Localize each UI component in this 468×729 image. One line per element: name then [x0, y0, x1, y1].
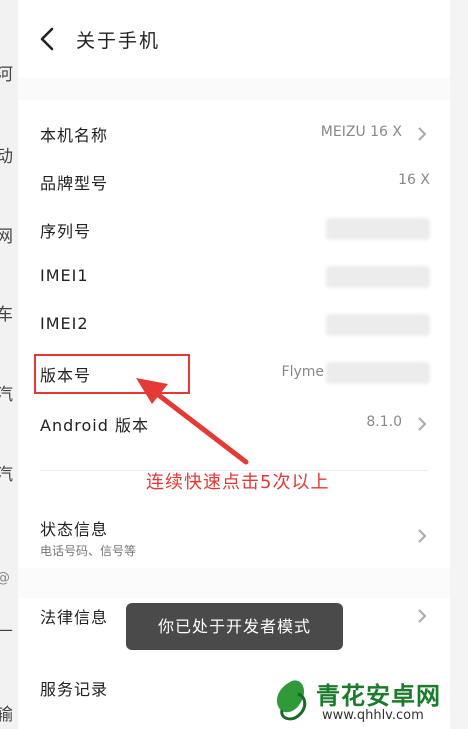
brand-model-label: 品牌型号: [40, 174, 109, 193]
background-text: 汽: [0, 385, 13, 405]
blurred-value: [326, 218, 430, 240]
watermark-url: www.qhhlv.com: [322, 708, 424, 723]
android-version-label: Android 版本: [40, 416, 149, 435]
chevron-right-icon: [418, 417, 427, 431]
background-text: @: [0, 570, 10, 586]
annotation-text: 连续快速点击5次以上: [146, 472, 330, 493]
about-phone-screen: 关于手机 本机名称 MEIZU 16 X 品牌型号 16 X 序列号 IMEI1…: [18, 0, 450, 729]
background-text: —: [0, 620, 13, 640]
status-info-label: 状态信息: [40, 520, 109, 539]
page-title: 关于手机: [76, 30, 161, 52]
background-text: 网: [0, 227, 13, 247]
background-text: 动: [0, 147, 13, 167]
blurred-value: [326, 314, 430, 336]
background-text: 汽: [0, 465, 13, 485]
serial-number-label: 序列号: [40, 222, 92, 241]
back-arrow-icon[interactable]: [34, 24, 62, 54]
imei2-label: IMEI2: [40, 314, 89, 333]
annotation-highlight-box: [34, 354, 190, 394]
chevron-right-icon: [418, 529, 427, 543]
background-app-strip: 河 动 网 车 汽 汽 @ — 输: [0, 0, 18, 729]
background-text: 车: [0, 305, 13, 325]
android-version-row[interactable]: Android 版本 8.1.0: [18, 400, 450, 448]
blurred-value: [326, 266, 430, 288]
device-name-row[interactable]: 本机名称 MEIZU 16 X: [18, 110, 450, 158]
developer-mode-toast: 你已处于开发者模式: [126, 603, 343, 650]
device-name-value: MEIZU 16 X: [320, 124, 402, 140]
service-record-label: 服务记录: [40, 680, 109, 699]
imei1-label: IMEI1: [40, 266, 89, 285]
legal-info-label: 法律信息: [40, 608, 109, 627]
chevron-right-icon: [418, 609, 427, 623]
status-info-row[interactable]: 状态信息 电话号码、信号等: [18, 504, 450, 564]
brand-model-row: 品牌型号 16 X: [18, 158, 450, 206]
android-version-value: 8.1.0: [366, 414, 402, 430]
background-text: 输: [0, 705, 13, 725]
header-bar: 关于手机: [18, 0, 450, 78]
device-name-label: 本机名称: [40, 126, 109, 145]
build-number-value: Flyme: [281, 364, 324, 380]
blurred-value: [326, 362, 430, 384]
chevron-right-icon: [418, 127, 427, 141]
watermark-title: 青花安卓网: [316, 682, 441, 710]
serial-number-row: 序列号: [18, 206, 450, 254]
section-gap: [18, 78, 450, 100]
imei1-row: IMEI1: [18, 254, 450, 302]
right-edge: [450, 0, 468, 729]
imei2-row: IMEI2: [18, 302, 450, 350]
status-info-subtitle: 电话号码、信号等: [40, 544, 137, 558]
background-text: 河: [0, 65, 13, 85]
brand-model-value: 16 X: [398, 172, 430, 188]
